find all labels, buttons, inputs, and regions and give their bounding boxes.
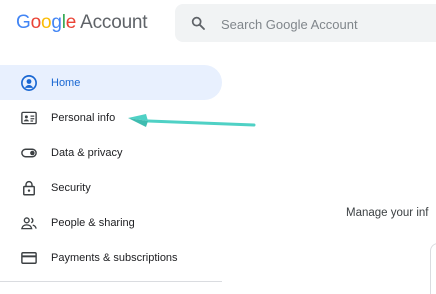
logo-letter: e: [65, 12, 77, 33]
logo-account-text: Account: [80, 12, 148, 33]
sidebar-item-label: Payments & subscriptions: [51, 251, 178, 264]
sidebar-item-security[interactable]: Security: [0, 170, 222, 205]
sidebar-divider: [0, 281, 222, 282]
sidebar-nav: Home Personal info Data & privacy Securi…: [0, 65, 222, 275]
home-account-icon: [20, 74, 38, 92]
annotation-arrow-icon: [128, 114, 256, 127]
id-card-icon: [20, 109, 38, 127]
sidebar-item-payments-subscriptions[interactable]: Payments & subscriptions: [0, 240, 222, 275]
manage-account-text: Manage your inf: [346, 207, 429, 219]
sidebar-item-label: Personal info: [51, 111, 116, 124]
logo-letter: o: [30, 12, 42, 33]
lock-icon: [20, 179, 38, 197]
credit-card-icon: [20, 249, 38, 267]
logo-letter: G: [16, 12, 31, 33]
google-account-logo[interactable]: Google Account: [16, 12, 148, 34]
sidebar-item-label: People & sharing: [51, 216, 135, 229]
sidebar-item-home[interactable]: Home: [0, 65, 222, 100]
people-icon: [20, 214, 38, 232]
search-icon[interactable]: [190, 15, 206, 31]
toggle-icon: [20, 144, 38, 162]
search-input[interactable]: [219, 12, 436, 36]
sidebar-item-label: Home: [51, 76, 81, 89]
logo-letter: g: [51, 12, 62, 33]
sidebar-item-label: Security: [51, 181, 91, 194]
sidebar-item-label: Data & privacy: [51, 146, 123, 159]
sidebar-item-people-sharing[interactable]: People & sharing: [0, 205, 222, 240]
content-card: [430, 243, 436, 294]
sidebar-item-data-privacy[interactable]: Data & privacy: [0, 135, 222, 170]
search-bar[interactable]: [175, 4, 436, 42]
logo-letter: o: [40, 12, 52, 33]
